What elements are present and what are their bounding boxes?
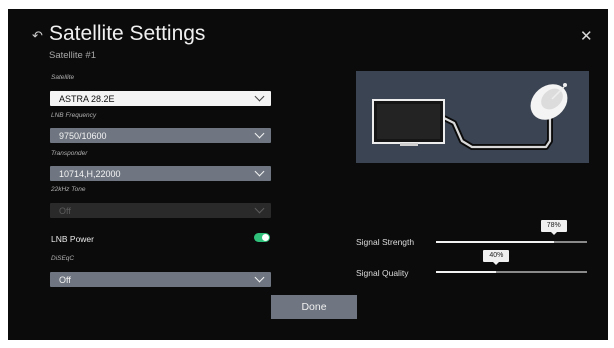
diseqc-label: DiSEqC [51,255,75,262]
tone-22khz-select: Off [50,203,271,218]
diseqc-select[interactable]: Off [50,272,271,287]
tone-22khz-label: 22kHz Tone [51,186,86,193]
chevron-down-icon [254,272,265,283]
signal-strength-value: 78% [540,220,567,235]
tone-22khz-value: Off [59,205,71,216]
toggle-knob [262,234,269,241]
chevron-down-icon [254,91,265,102]
chevron-down-icon [254,128,265,139]
signal-strength-fill [436,240,554,243]
back-arrow-icon[interactable]: ↶ [32,29,43,42]
close-icon[interactable]: ✕ [580,29,593,44]
tv-icon [372,99,445,146]
signal-strength-bar: 78% [436,220,587,243]
diseqc-value: Off [59,274,71,285]
signal-quality-label: Signal Quality [356,268,409,278]
lnb-power-label: LNB Power [51,234,94,244]
signal-strength-label: Signal Strength [356,237,415,247]
transponder-label: Transponder [51,150,88,157]
transponder-select[interactable]: 10714,H,22000 [50,166,271,181]
lnb-frequency-select[interactable]: 9750/10600 [50,128,271,143]
signal-quality-value: 40% [483,250,510,265]
satellite-settings-screen: ↶ Satellite Settings Satellite #1 ✕ Sate… [8,9,608,340]
satellite-select[interactable]: ASTRA 28.2E [50,91,271,106]
lnb-frequency-value: 9750/10600 [59,130,107,141]
connection-diagram [356,71,589,163]
satellite-value: ASTRA 28.2E [59,93,115,104]
satellite-label: Satellite [51,74,75,81]
chevron-down-icon [254,203,265,214]
page-title: Satellite Settings [49,22,206,45]
lnb-power-toggle[interactable] [254,233,270,242]
lnb-frequency-label: LNB Frequency [51,112,97,119]
signal-quality-fill [436,270,497,273]
chevron-down-icon [254,166,265,177]
transponder-value: 10714,H,22000 [59,168,121,179]
page-subtitle: Satellite #1 [49,50,97,61]
done-button[interactable]: Done [271,295,357,319]
signal-quality-bar: 40% [436,250,587,273]
